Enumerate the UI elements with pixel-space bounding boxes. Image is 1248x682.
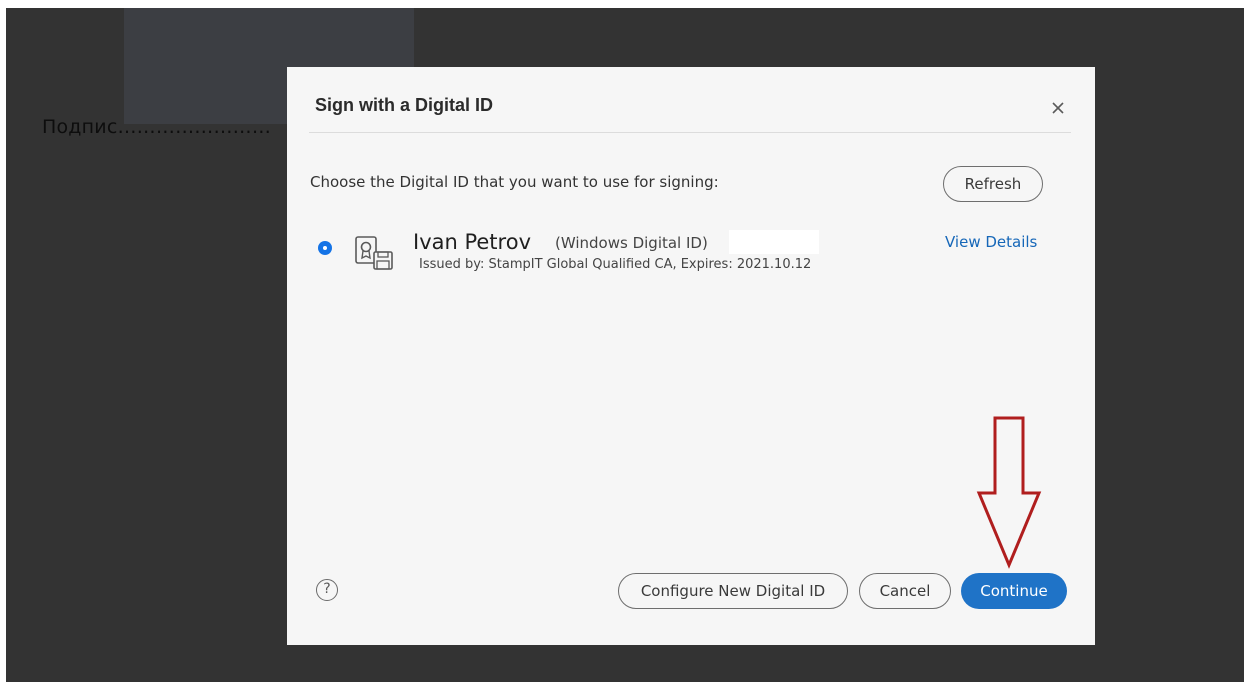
certificate-icon bbox=[354, 235, 398, 271]
title-divider bbox=[309, 132, 1071, 133]
redacted-area bbox=[729, 230, 819, 254]
refresh-button[interactable]: Refresh bbox=[943, 166, 1043, 202]
dialog-title: Sign with a Digital ID bbox=[315, 95, 494, 115]
help-icon[interactable]: ? bbox=[316, 579, 338, 601]
signature-label: Подпис…………………… bbox=[42, 116, 272, 138]
choose-id-prompt: Choose the Digital ID that you want to u… bbox=[310, 173, 719, 191]
digital-id-radio[interactable] bbox=[318, 241, 332, 255]
sign-digital-id-dialog: Sign with a Digital ID Choose the Digita… bbox=[287, 67, 1095, 645]
close-icon[interactable] bbox=[1047, 97, 1069, 119]
continue-button[interactable]: Continue bbox=[961, 573, 1067, 609]
view-details-link[interactable]: View Details bbox=[945, 233, 1037, 251]
down-arrow-annotation bbox=[975, 415, 1043, 570]
configure-new-digital-id-button[interactable]: Configure New Digital ID bbox=[618, 573, 848, 609]
cancel-button[interactable]: Cancel bbox=[859, 573, 951, 609]
digital-id-issuer: Issued by: StampIT Global Qualified CA, … bbox=[419, 257, 812, 272]
digital-id-name: Ivan Petrov bbox=[413, 230, 531, 254]
digital-id-type: (Windows Digital ID) bbox=[555, 234, 708, 252]
